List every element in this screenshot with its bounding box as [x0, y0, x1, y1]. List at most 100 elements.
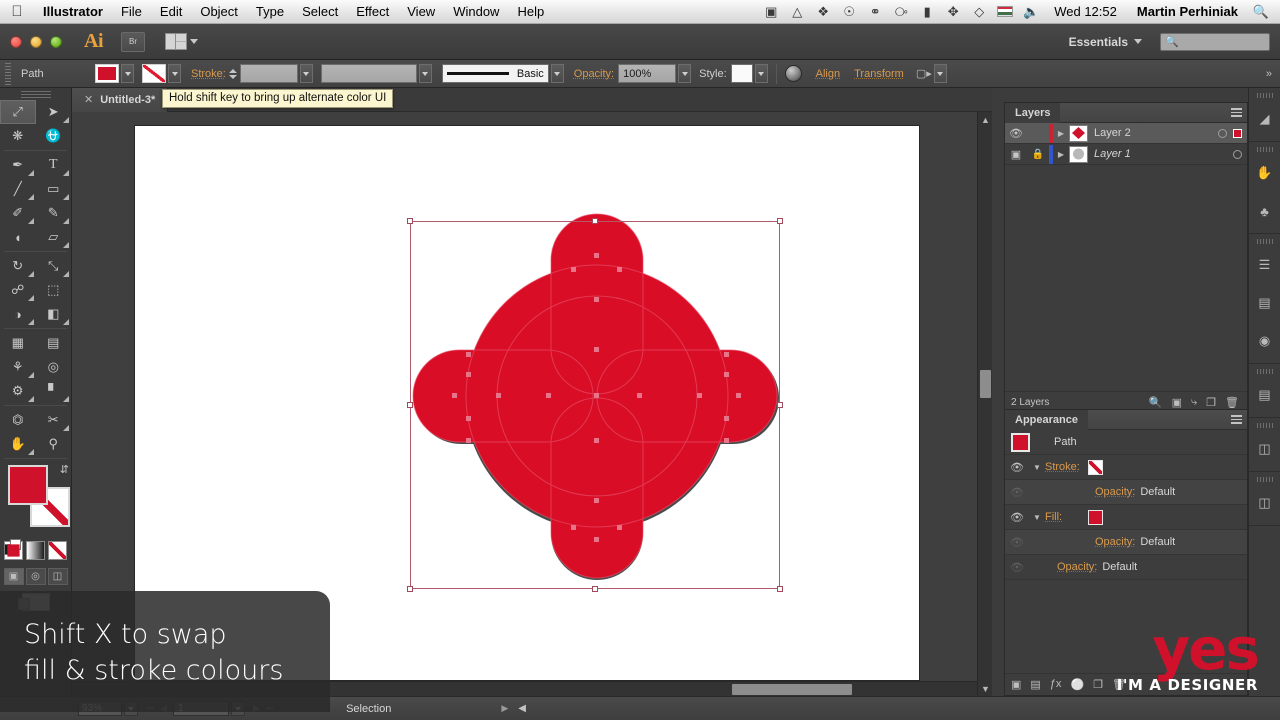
control-bar-grip[interactable] [3, 63, 13, 85]
menu-window[interactable]: Window [444, 0, 508, 24]
creative-cloud-icon[interactable]: ☉ [836, 0, 862, 24]
width-tool[interactable]: ☍ [0, 278, 36, 302]
opacity-dropdown[interactable] [678, 64, 691, 83]
document-tab[interactable]: ✕ Untitled-3* [72, 88, 168, 112]
apple-icon[interactable]:  [0, 4, 34, 19]
airplay-icon[interactable]: ✥ [940, 0, 966, 24]
appearance-opacity-label[interactable]: Opacity: [1095, 486, 1135, 498]
dropbox-icon[interactable]: ❖ [810, 0, 836, 24]
direct-selection-tool[interactable]: ➤ [36, 100, 72, 124]
menu-select[interactable]: Select [293, 0, 347, 24]
appearance-row-object-opacity[interactable]: 👁 Opacity: Default [1005, 555, 1247, 580]
appearance-row-fill-opacity[interactable]: 👁 Opacity: Default [1005, 530, 1247, 555]
dock-grip[interactable] [1257, 147, 1273, 152]
create-new-sublayer-icon[interactable]: ⤷ [1191, 396, 1197, 409]
blend-tool[interactable]: ◎ [36, 355, 72, 379]
transform-handle[interactable] [777, 402, 783, 408]
make-clipping-mask-icon[interactable]: ▣ [1172, 396, 1182, 409]
transform-handle[interactable] [777, 218, 783, 224]
pathfinder-panel-icon[interactable]: ▤ [1249, 376, 1280, 414]
menu-effect[interactable]: Effect [347, 0, 398, 24]
draw-normal-button[interactable]: ▣ [4, 568, 24, 585]
appearance-row-stroke-opacity[interactable]: 👁 Opacity: Default [1005, 480, 1247, 505]
scale-tool[interactable]: ⤡ [36, 254, 72, 278]
spotlight-search-icon[interactable]: 🔍 [1248, 0, 1274, 24]
transform-handle[interactable] [592, 586, 598, 592]
close-window-button[interactable] [10, 36, 22, 48]
align-panel-icon[interactable]: ◫ [1249, 484, 1280, 522]
eye-icon[interactable]: 👁 [1005, 461, 1029, 474]
mesh-tool[interactable]: ▦ [0, 331, 36, 355]
artboard-tool[interactable]: ⏣ [0, 408, 36, 432]
gradient-mode-button[interactable] [26, 541, 45, 560]
selection-indicator[interactable] [1233, 129, 1242, 138]
appearance-opacity-label[interactable]: Opacity: [1057, 561, 1097, 573]
bridge-button[interactable]: Br [121, 32, 145, 52]
stroke-weight-field[interactable] [240, 64, 298, 83]
panel-menu-icon[interactable] [1231, 415, 1242, 424]
select-similar-dropdown[interactable] [934, 64, 947, 83]
color-panel-icon[interactable]: ◢ [1249, 100, 1280, 138]
target-indicator-icon[interactable] [1233, 150, 1242, 159]
workspace-switcher[interactable]: Essentials [1061, 31, 1150, 53]
transform-button[interactable]: Transform [854, 68, 904, 80]
clock[interactable]: Wed 12:52 [1044, 4, 1127, 19]
eye-icon[interactable]: 👁 [1005, 486, 1029, 499]
scroll-down-icon[interactable]: ▼ [978, 681, 992, 696]
dock-grip[interactable] [1257, 93, 1273, 98]
flag-icon[interactable] [992, 0, 1018, 24]
eye-icon[interactable]: 👁 [1005, 127, 1027, 140]
status-collapse-icon[interactable]: ◀ [518, 703, 526, 714]
style-dropdown[interactable] [755, 64, 768, 83]
zoom-window-button[interactable] [50, 36, 62, 48]
chevron-right-icon[interactable]: ▶ [1053, 129, 1069, 138]
hand-tool[interactable]: ✋ [0, 432, 36, 456]
control-bar-overflow[interactable]: » [1266, 68, 1280, 80]
stroke-weight-stepper[interactable] [229, 64, 240, 83]
align-button[interactable]: Align [816, 68, 840, 80]
stroke-panel-icon[interactable]: ☰ [1249, 246, 1280, 284]
layer-name[interactable]: Layer 2 [1094, 127, 1131, 139]
horizontal-scroll-thumb[interactable] [732, 684, 852, 695]
symbol-sprayer-tool[interactable]: ⚙ [0, 379, 36, 403]
stroke-dropdown-button[interactable] [168, 64, 181, 83]
fill-dropdown-button[interactable] [121, 64, 134, 83]
symbols-panel-icon[interactable]: ♣ [1249, 192, 1280, 230]
volume-icon[interactable]: 🔈 [1018, 0, 1044, 24]
opacity-field[interactable]: 100% [618, 64, 676, 83]
panel-menu-icon[interactable] [1231, 108, 1242, 117]
clear-appearance-icon[interactable]: ⚪ [1070, 678, 1084, 691]
transform-handle[interactable] [407, 218, 413, 224]
scroll-up-icon[interactable]: ▲ [978, 112, 992, 127]
delete-selection-icon[interactable]: 🗑 [1225, 396, 1239, 409]
menu-illustrator[interactable]: Illustrator [34, 0, 112, 24]
rotate-tool[interactable]: ↻ [0, 254, 36, 278]
gradient-tool[interactable]: ▤ [36, 331, 72, 355]
slice-tool[interactable]: ✂ [36, 408, 72, 432]
graphic-style-swatch[interactable] [731, 64, 753, 83]
menu-help[interactable]: Help [508, 0, 553, 24]
none-mode-button[interactable] [48, 541, 67, 560]
arrange-documents-button[interactable] [165, 33, 198, 50]
opacity-label[interactable]: Opacity: [574, 68, 614, 80]
pencil-tool[interactable]: ✎ [36, 201, 72, 225]
eye-icon[interactable]: 👁 [1005, 511, 1029, 524]
appearance-row-fill[interactable]: 👁 ▼ Fill: [1005, 505, 1247, 530]
stroke-profile-dropdown[interactable] [419, 64, 432, 83]
add-new-fill-icon[interactable]: ▤ [1030, 678, 1040, 691]
status-text[interactable]: Selection [346, 703, 391, 715]
line-segment-tool[interactable]: ╱ [0, 177, 36, 201]
transform-handle[interactable] [592, 218, 598, 224]
transform-panel-icon[interactable]: ◫ [1249, 430, 1280, 468]
selection-tool[interactable]: ⤢ [0, 100, 36, 124]
eyedropper-tool[interactable]: ⚘ [0, 355, 36, 379]
free-transform-tool[interactable]: ⬚ [36, 278, 72, 302]
perspective-grid-tool[interactable]: ◧ [36, 302, 72, 326]
eye-icon[interactable]: 👁 [1005, 561, 1029, 574]
close-icon[interactable]: ✕ [84, 93, 93, 106]
transparency-panel-icon[interactable]: ◉ [1249, 322, 1280, 360]
transform-handle[interactable] [777, 586, 783, 592]
rectangle-tool[interactable]: ▭ [36, 177, 72, 201]
appearance-panel-tab[interactable]: Appearance [1005, 410, 1088, 430]
template-layer-icon[interactable]: ▣ [1005, 148, 1027, 161]
